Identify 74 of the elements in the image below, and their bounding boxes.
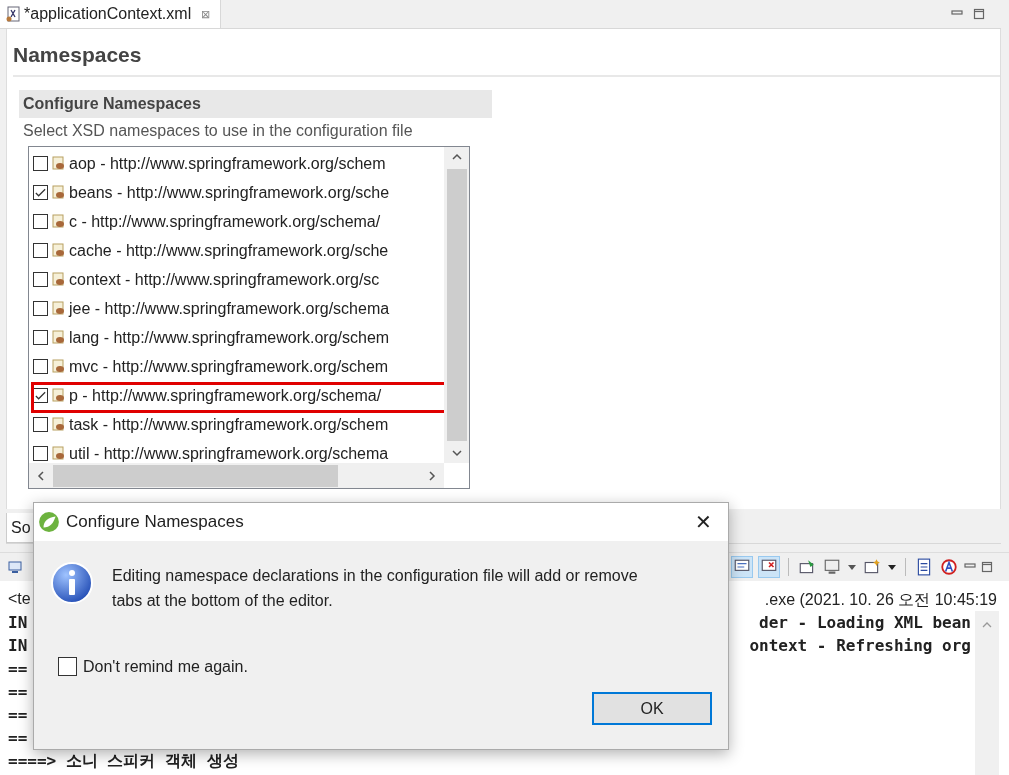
close-button[interactable]: ✕ xyxy=(695,510,712,534)
horizontal-scrollbar[interactable] xyxy=(29,463,444,488)
scroll-down-icon[interactable] xyxy=(450,447,463,459)
vertical-scrollbar[interactable] xyxy=(444,147,469,463)
namespace-label[interactable]: p - http://www.springframework.org/schema/ xyxy=(69,386,382,405)
namespace-label[interactable]: lang - http://www.springframework.org/schem xyxy=(69,328,390,347)
namespace-label[interactable]: mvc - http://www.springframework.org/schem xyxy=(69,357,389,376)
ok-button[interactable]: OK xyxy=(592,692,712,725)
console-header: <te xyxy=(8,590,31,609)
bean-icon xyxy=(51,416,67,433)
page-title: Namespaces xyxy=(13,42,143,68)
bean-icon xyxy=(51,184,67,201)
warning-circle-icon[interactable] xyxy=(939,557,959,577)
maximize-icon[interactable] xyxy=(973,8,985,20)
checkbox[interactable] xyxy=(33,156,48,171)
checkbox[interactable] xyxy=(33,185,48,200)
bean-icon xyxy=(51,155,67,172)
close-button[interactable]: ⊠ xyxy=(201,7,211,21)
namespace-label[interactable]: context - http://www.springframework.org/sc xyxy=(69,270,380,289)
monitor-icon[interactable] xyxy=(758,556,780,578)
checkbox[interactable] xyxy=(33,359,48,374)
console-output: IN xyxy=(8,635,28,657)
namespace-label[interactable]: util - http://www.springframework.org/schema xyxy=(69,444,389,463)
checkbox[interactable] xyxy=(33,446,48,461)
bean-icon xyxy=(51,358,67,375)
caret-icon[interactable] xyxy=(847,562,857,572)
scroll-right-icon[interactable] xyxy=(426,469,438,482)
bean-icon xyxy=(51,445,67,462)
xml-file-icon xyxy=(6,6,20,22)
monitor-icon[interactable] xyxy=(731,556,753,578)
console-output: der - Loading XML bean xyxy=(759,612,971,634)
tab-title: *applicationContext.xml xyxy=(24,5,192,23)
namespace-label[interactable]: jee - http://www.springframework.org/schema xyxy=(69,299,390,318)
maximize-icon[interactable] xyxy=(981,561,993,573)
namespace-label[interactable]: beans - http://www.springframework.org/sche xyxy=(69,183,390,202)
monitor-icon[interactable] xyxy=(822,557,842,577)
editor-tab[interactable]: *applicationContext.xml ⊠ xyxy=(0,0,222,28)
namespace-label[interactable]: aop - http://www.springframework.org/schem xyxy=(69,154,386,173)
bean-icon xyxy=(51,329,67,346)
console-output: == xyxy=(8,727,28,749)
console-output: == xyxy=(8,704,28,726)
console-output: == xyxy=(8,681,28,703)
caret-icon[interactable] xyxy=(887,562,897,572)
leaf-icon xyxy=(38,511,60,533)
dialog-message: Editing namespace declarations in the configuration file will add or remove tabs at the bottom of the editor. xyxy=(112,566,639,611)
console-output: == xyxy=(8,658,28,680)
console-output: IN xyxy=(8,612,28,634)
console-output: ====> 소니 스피커 객체 생성 xyxy=(8,750,239,772)
checkbox[interactable] xyxy=(33,301,48,316)
bean-icon xyxy=(51,242,67,259)
section-description: Select XSD namespaces to use in the configuration file xyxy=(23,121,414,141)
vertical-scrollbar[interactable] xyxy=(975,611,999,775)
namespace-label[interactable]: task - http://www.springframework.org/schem xyxy=(69,415,389,434)
namespace-label[interactable]: c - http://www.springframework.org/schema/ xyxy=(69,212,381,231)
info-icon xyxy=(50,561,94,605)
bean-icon xyxy=(51,387,67,404)
bean-icon xyxy=(51,213,67,230)
scroll-left-icon[interactable] xyxy=(35,469,47,482)
checkbox[interactable] xyxy=(58,657,77,676)
checkbox[interactable] xyxy=(33,330,48,345)
checkbox[interactable] xyxy=(33,417,48,432)
console-output: ontext - Refreshing org xyxy=(749,635,971,657)
dialog-title: Configure Namespaces xyxy=(66,512,244,532)
namespace-label[interactable]: cache - http://www.springframework.org/sche xyxy=(69,241,389,260)
checkbox-label[interactable]: Don't remind me again. xyxy=(83,657,248,676)
checkbox[interactable] xyxy=(33,243,48,258)
editor-page-tab[interactable]: So xyxy=(6,513,36,543)
monitor-icon[interactable] xyxy=(8,560,22,574)
console-header: .exe (2021. 10. 26 오전 10:45:19 xyxy=(764,590,997,610)
bean-icon xyxy=(51,271,67,288)
bean-icon xyxy=(51,300,67,317)
checkbox[interactable] xyxy=(33,214,48,229)
section-header: Configure Namespaces xyxy=(19,90,492,118)
checkbox[interactable] xyxy=(33,272,48,287)
